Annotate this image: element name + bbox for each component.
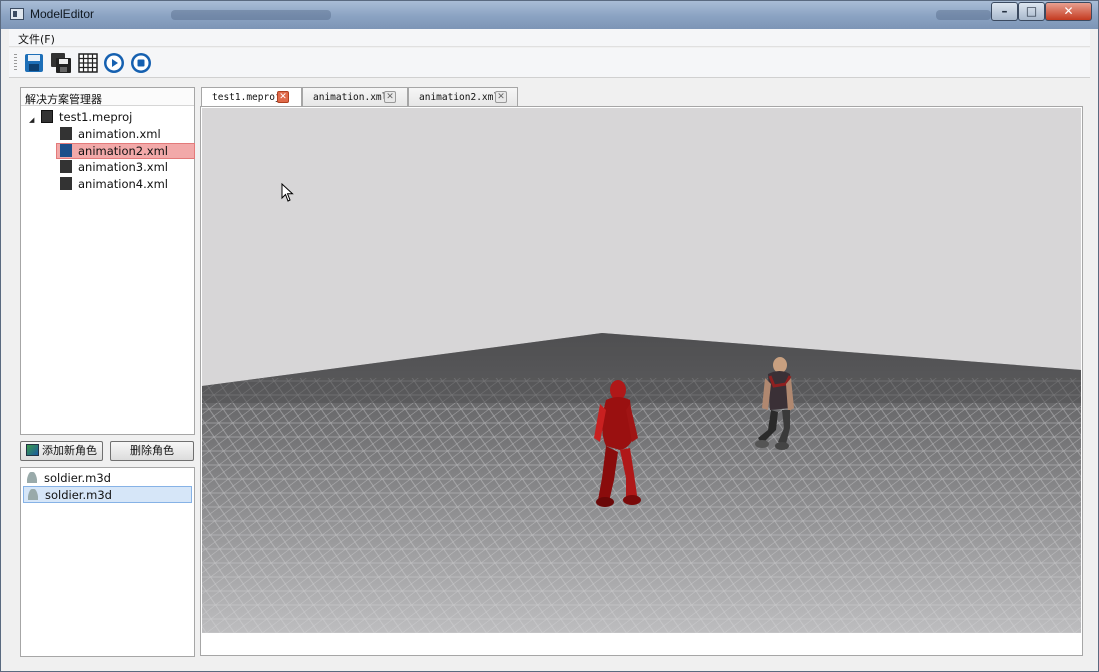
scene-svg [202, 108, 1081, 633]
file-icon [60, 127, 72, 140]
add-role-label: 添加新角色 [42, 444, 97, 457]
tab-close-icon[interactable]: ✕ [495, 91, 507, 103]
app-icon [10, 8, 24, 20]
play-icon [104, 53, 124, 73]
role-item-selected[interactable]: soldier.m3d [23, 486, 192, 503]
tree-item-file[interactable]: animation3.xml [59, 160, 197, 176]
tree-item-project[interactable]: test1.meproj [41, 110, 132, 126]
role-list: soldier.m3d soldier.m3d [20, 467, 195, 657]
model-editor-window: ModelEditor – □ ✕ 文件(F) 解决方案管理器 ◢ test1.… [0, 0, 1099, 672]
mouse-cursor-icon [281, 183, 294, 202]
grid-button[interactable] [77, 52, 99, 74]
file-icon [60, 160, 72, 173]
file-label: animation.xml [78, 127, 161, 141]
toolbar-grip[interactable] [14, 54, 17, 72]
play-button[interactable] [103, 52, 125, 74]
tab-animation2-xml[interactable]: animation2.xml ✕ [408, 87, 518, 107]
save-all-button[interactable] [50, 52, 72, 74]
solution-explorer-panel: 解决方案管理器 ◢ test1.meproj animation.xml ani… [20, 87, 195, 435]
user-icon [27, 472, 37, 483]
tree-item-file-selected[interactable]: animation2.xml [56, 143, 195, 159]
menu-file[interactable]: 文件(F) [18, 31, 55, 47]
blurred-title-area [171, 10, 331, 20]
close-button[interactable]: ✕ [1045, 2, 1092, 21]
save-icon [25, 54, 43, 72]
save-all-icon [51, 53, 71, 73]
save-button[interactable] [23, 52, 45, 74]
role-label: soldier.m3d [44, 471, 111, 485]
role-item[interactable]: soldier.m3d [23, 470, 192, 487]
project-icon [41, 110, 53, 123]
project-label: test1.meproj [59, 110, 133, 124]
delete-role-label: 删除角色 [130, 444, 174, 457]
file-label: animation3.xml [78, 160, 168, 174]
tree-expander-icon[interactable]: ◢ [29, 116, 34, 124]
file-label: animation4.xml [78, 177, 168, 191]
add-role-button[interactable]: 添加新角色 [20, 441, 103, 461]
role-label: soldier.m3d [45, 488, 112, 502]
file-label: animation2.xml [78, 144, 168, 158]
add-role-icon [26, 444, 39, 456]
grid-icon [78, 53, 98, 73]
menu-bar: 文件(F) [9, 29, 1090, 47]
title-bar[interactable]: ModelEditor – □ ✕ [1, 1, 1098, 29]
stop-button[interactable] [130, 52, 152, 74]
tree-item-file[interactable]: animation4.xml [59, 177, 197, 193]
solution-explorer-title: 解决方案管理器 [21, 88, 194, 106]
stop-icon [131, 53, 151, 73]
delete-role-button[interactable]: 删除角色 [110, 441, 194, 461]
file-icon [60, 177, 72, 190]
tab-close-icon[interactable]: ✕ [277, 91, 289, 103]
tab-label: animation.xml [313, 92, 388, 103]
floor-grid [202, 333, 1081, 633]
tree-item-file[interactable]: animation.xml [59, 127, 197, 143]
blurred-title-area [936, 10, 991, 20]
3d-viewport[interactable] [202, 108, 1081, 633]
tab-close-icon[interactable]: ✕ [384, 91, 396, 103]
tab-label: animation2.xml [419, 92, 500, 103]
tab-animation-xml[interactable]: animation.xml ✕ [302, 87, 408, 107]
document-area [200, 106, 1083, 656]
user-icon [28, 489, 38, 500]
tab-test1-meproj[interactable]: test1.meproj ✕ [201, 87, 302, 108]
window-title: ModelEditor [30, 7, 95, 21]
tab-label: test1.meproj [212, 92, 281, 103]
minimize-button[interactable]: – [991, 2, 1018, 21]
maximize-button[interactable]: □ [1018, 2, 1045, 21]
toolbar [9, 48, 1090, 78]
file-icon [60, 144, 72, 157]
